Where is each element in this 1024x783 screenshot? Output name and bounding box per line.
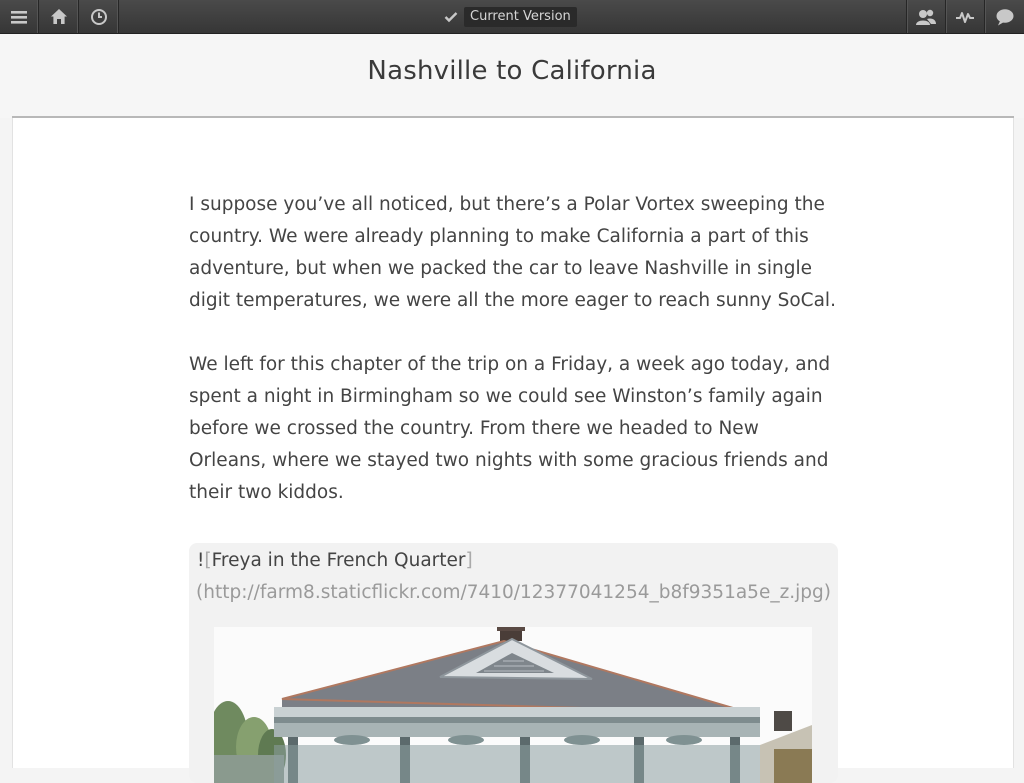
paragraph-2[interactable]: We left for this chapter of the trip on … bbox=[189, 349, 839, 509]
collaborators-button[interactable] bbox=[906, 0, 945, 33]
image-alt-text: Freya in the French Quarter bbox=[211, 550, 466, 571]
version-indicator[interactable]: Current Version bbox=[444, 6, 577, 27]
home-icon bbox=[51, 9, 67, 24]
clock-icon bbox=[91, 8, 107, 25]
image-url: (http://farm8.staticflickr.com/7410/1237… bbox=[196, 582, 832, 603]
activity-button[interactable] bbox=[945, 0, 984, 33]
check-icon bbox=[444, 11, 458, 22]
history-button[interactable] bbox=[80, 0, 119, 33]
menu-icon bbox=[11, 10, 27, 24]
photo-preview bbox=[214, 627, 812, 783]
paragraph-1[interactable]: I suppose you’ve all noticed, but there’… bbox=[189, 189, 839, 317]
menu-button[interactable] bbox=[0, 0, 39, 33]
home-button[interactable] bbox=[40, 0, 79, 33]
title-header: Nashville to California bbox=[0, 34, 1024, 118]
top-toolbar: Current Version bbox=[0, 0, 1024, 34]
activity-icon bbox=[956, 11, 974, 23]
image-markdown-alt: ![Freya in the French Quarter] bbox=[197, 547, 473, 575]
page-title[interactable]: Nashville to California bbox=[0, 56, 1024, 86]
version-label: Current Version bbox=[464, 6, 577, 27]
image-markdown-block[interactable]: ![Freya in the French Quarter] (http://f… bbox=[189, 543, 838, 783]
markdown-close-bracket: ] bbox=[465, 550, 473, 571]
markdown-open-bracket: [ bbox=[204, 550, 212, 571]
chat-icon bbox=[996, 8, 1013, 25]
document-editor[interactable]: I suppose you’ve all noticed, but there’… bbox=[12, 118, 1014, 783]
people-icon bbox=[916, 9, 936, 25]
house-photo bbox=[214, 627, 812, 783]
comments-button[interactable] bbox=[984, 0, 1024, 33]
